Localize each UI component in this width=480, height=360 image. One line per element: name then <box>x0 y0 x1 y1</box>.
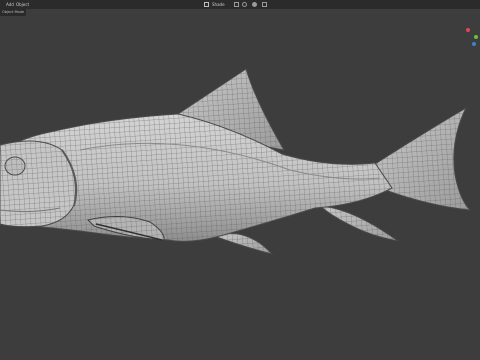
viewport-header <box>0 0 480 9</box>
menu-add[interactable]: Add <box>6 0 14 9</box>
3d-viewport[interactable] <box>0 0 480 360</box>
proportional-edit-icon[interactable] <box>252 2 257 7</box>
menu-object[interactable]: Object <box>16 0 29 9</box>
fish-eye <box>4 156 26 176</box>
pelvic-fin <box>212 232 274 255</box>
fish-head <box>0 140 78 228</box>
tail-fin <box>371 106 472 211</box>
snap-icon[interactable] <box>242 2 247 7</box>
anal-fin <box>318 205 399 242</box>
gizmo-x-axis[interactable] <box>466 28 470 32</box>
viewport-shading-icon[interactable] <box>204 2 209 7</box>
overlay-icon[interactable] <box>234 2 239 7</box>
mode-selector[interactable]: Object Mode <box>0 9 27 16</box>
gizmo-y-axis[interactable] <box>474 35 478 39</box>
gizmo-z-axis[interactable] <box>472 42 476 46</box>
shading-label[interactable]: Shade <box>212 0 225 9</box>
gizmo-toggle-icon[interactable] <box>262 2 267 7</box>
